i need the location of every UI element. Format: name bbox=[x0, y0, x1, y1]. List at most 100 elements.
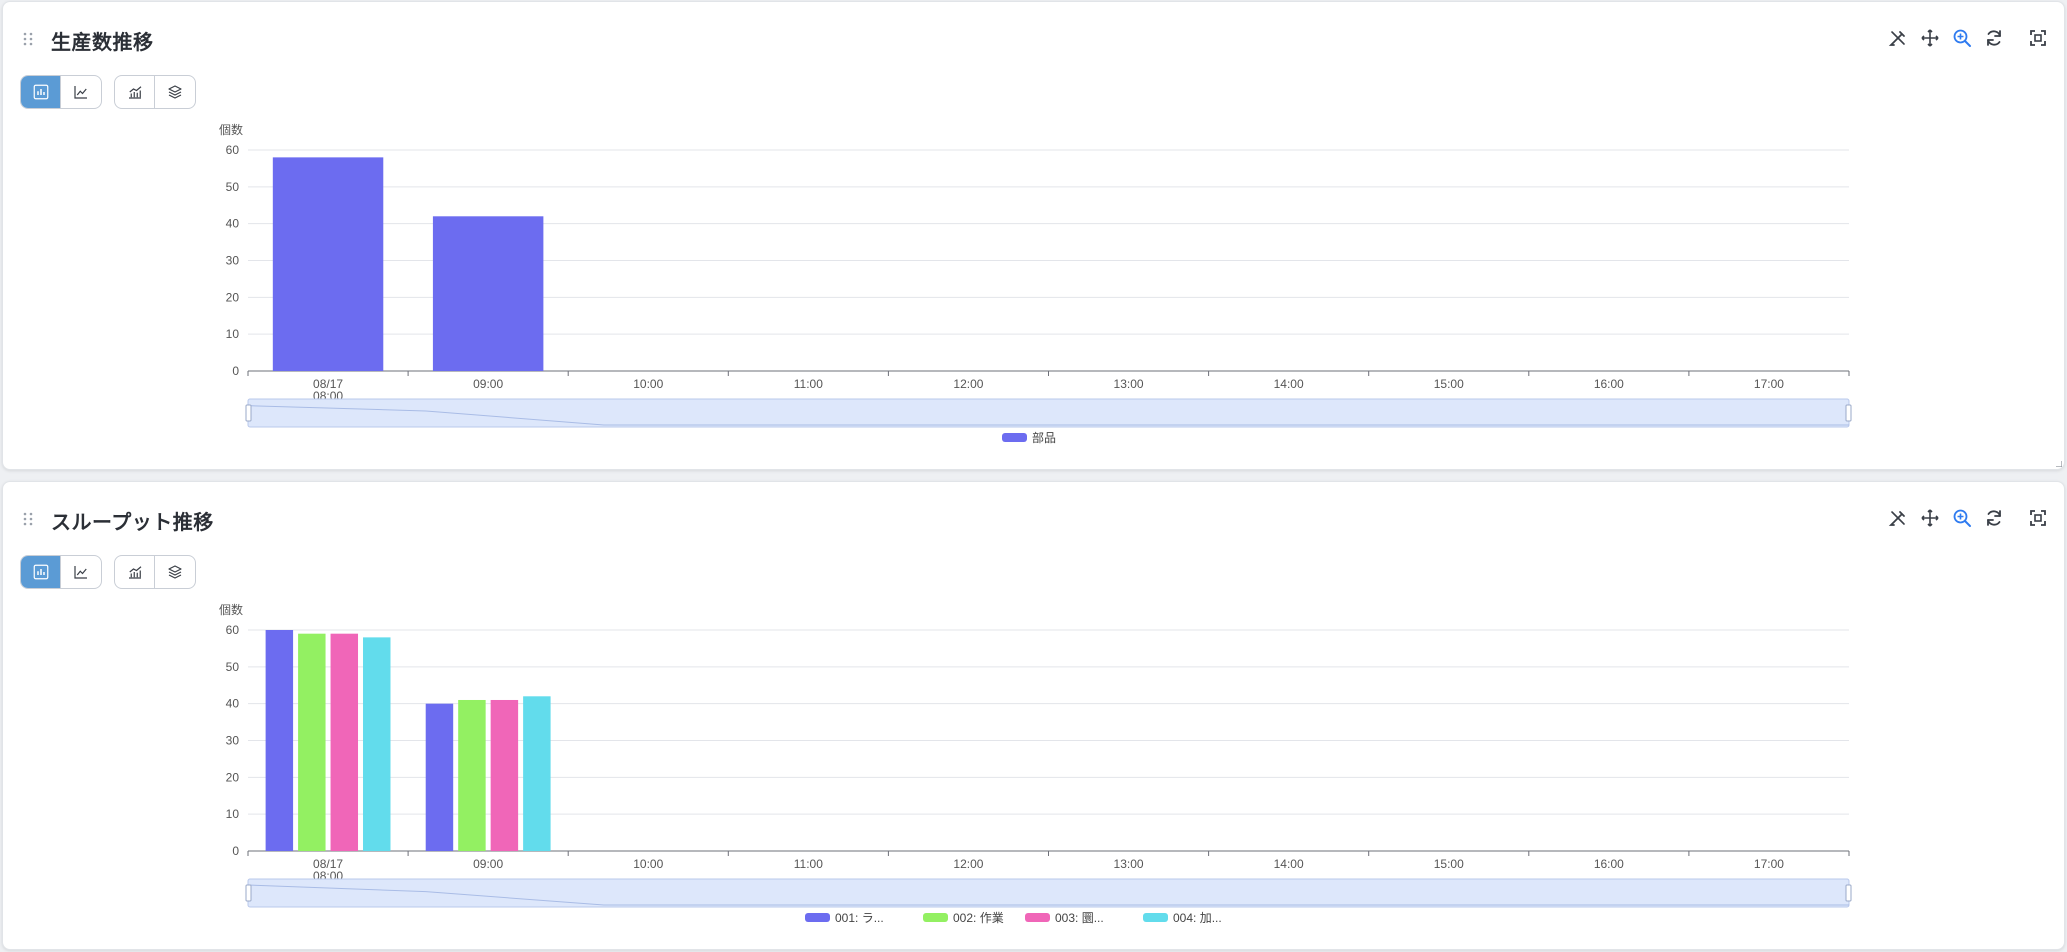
bar[interactable] bbox=[425, 703, 454, 851]
line-chart-button[interactable] bbox=[61, 556, 101, 588]
legend-item[interactable]: 001: ラ... bbox=[805, 911, 884, 925]
zoom-button[interactable] bbox=[1950, 26, 1974, 50]
y-tick-label: 20 bbox=[226, 290, 240, 304]
bar-chart-button[interactable] bbox=[21, 556, 61, 588]
pan-icon bbox=[1921, 509, 1939, 527]
layers-icon bbox=[168, 565, 182, 579]
bar[interactable] bbox=[458, 699, 486, 851]
chart-type-toggle bbox=[20, 555, 102, 589]
pan-button[interactable] bbox=[1918, 506, 1942, 530]
bar-chart-button[interactable] bbox=[21, 76, 61, 108]
draw-button[interactable] bbox=[1886, 26, 1910, 50]
x-tick-label: 17:00 bbox=[1754, 857, 1784, 871]
bar[interactable] bbox=[298, 633, 326, 851]
data-zoom-slider[interactable] bbox=[245, 398, 1852, 428]
bar[interactable] bbox=[490, 699, 519, 851]
x-tick-label: 11:00 bbox=[794, 857, 823, 871]
y-tick-label: 60 bbox=[226, 623, 240, 637]
data-zoom-slider[interactable] bbox=[245, 878, 1852, 908]
drag-handle-icon[interactable] bbox=[21, 511, 35, 527]
x-tick-label: 16:00 bbox=[1594, 857, 1624, 871]
x-tick-label: 10:00 bbox=[633, 377, 663, 391]
bar[interactable] bbox=[265, 630, 294, 851]
combo-chart-button[interactable] bbox=[115, 556, 155, 588]
legend-swatch bbox=[1143, 913, 1168, 922]
x-tick-label: 12:00 bbox=[953, 857, 983, 871]
legend-swatch bbox=[923, 913, 948, 922]
y-axis-label: 個数 bbox=[219, 122, 243, 137]
y-tick-label: 0 bbox=[232, 364, 239, 378]
bar-chart-icon bbox=[33, 84, 48, 100]
pan-icon bbox=[1921, 29, 1939, 47]
x-tick-label: 13:00 bbox=[1114, 377, 1144, 391]
chart-type-toggle bbox=[20, 75, 102, 109]
chart-option-toggle bbox=[114, 555, 196, 589]
y-tick-label: 0 bbox=[232, 844, 239, 858]
refresh-icon bbox=[1987, 510, 2001, 526]
y-tick-label: 10 bbox=[226, 327, 240, 341]
x-tick-label: 09:00 bbox=[473, 857, 503, 871]
legend-item[interactable]: 003: 圜... bbox=[1025, 911, 1104, 925]
refresh-icon bbox=[1987, 30, 2001, 46]
legend-item[interactable]: 部品 bbox=[1002, 430, 1056, 445]
resize-handle-icon[interactable] bbox=[2054, 459, 2062, 467]
y-tick-label: 40 bbox=[226, 217, 240, 231]
slider-handle-left[interactable] bbox=[245, 884, 252, 902]
pan-button[interactable] bbox=[1918, 26, 1942, 50]
fullscreen-button[interactable] bbox=[2026, 506, 2050, 530]
chart-toolbar bbox=[1864, 506, 2064, 532]
combo-chart-icon bbox=[128, 566, 141, 579]
zoom-button[interactable] bbox=[1950, 506, 1974, 530]
panel-title: 生産数推移 bbox=[51, 32, 154, 54]
stack-layers-button[interactable] bbox=[155, 556, 195, 588]
zoom-icon bbox=[1953, 509, 1971, 527]
y-tick-label: 50 bbox=[226, 180, 240, 194]
draw-icon bbox=[1888, 511, 1905, 526]
x-tick-label: 09:00 bbox=[473, 377, 503, 391]
stack-layers-button[interactable] bbox=[155, 76, 195, 108]
line-chart-icon bbox=[74, 566, 87, 579]
x-tick-label: 15:00 bbox=[1434, 377, 1464, 391]
x-tick-label: 16:00 bbox=[1594, 377, 1624, 391]
bar[interactable] bbox=[272, 157, 384, 371]
y-tick-label: 30 bbox=[226, 254, 240, 268]
slider-handle-right[interactable] bbox=[1845, 404, 1852, 422]
zoom-icon bbox=[1953, 29, 1971, 47]
y-tick-label: 40 bbox=[226, 697, 240, 711]
slider-handle-right[interactable] bbox=[1845, 884, 1852, 902]
x-tick-label: 11:00 bbox=[794, 377, 823, 391]
panel-title: スループット推移 bbox=[51, 512, 214, 534]
production-chart-panel: 生産数推移 個数 0 10 20 30 40 50 60 08/17 08:00 09:00 10:0… bbox=[2, 1, 2065, 470]
slider-handle-left[interactable] bbox=[245, 404, 252, 422]
production-bar-chart: 個数010203040506008/17 08:0009:00 10:00 11:00… bbox=[219, 122, 1852, 445]
y-tick-label: 60 bbox=[226, 143, 240, 157]
bar[interactable] bbox=[363, 637, 391, 851]
bar[interactable] bbox=[523, 696, 551, 851]
y-tick-label: 30 bbox=[226, 734, 240, 748]
fullscreen-button[interactable] bbox=[2026, 26, 2050, 50]
x-tick-label: 10:00 bbox=[633, 857, 663, 871]
refresh-button[interactable] bbox=[1982, 506, 2006, 530]
line-chart-button[interactable] bbox=[61, 76, 101, 108]
combo-chart-button[interactable] bbox=[115, 76, 155, 108]
legend-label: 004: 加... bbox=[1173, 911, 1222, 925]
legend-swatch bbox=[1002, 433, 1027, 442]
x-tick-label: 14:00 bbox=[1274, 377, 1304, 391]
legend-label: 002: 作業 bbox=[953, 911, 1004, 925]
legend-item[interactable]: 002: 作業 bbox=[923, 911, 1004, 925]
legend-label: 003: 圜... bbox=[1055, 911, 1104, 925]
refresh-button[interactable] bbox=[1982, 26, 2006, 50]
chart-option-toggle bbox=[114, 75, 196, 109]
layers-icon bbox=[168, 85, 182, 99]
throughput-chart-panel: スループット推移 個数 0 10 20 30 40 50 60 08/17 08:00 09:00 1… bbox=[2, 481, 2065, 950]
drag-handle-icon[interactable] bbox=[21, 31, 35, 47]
y-axis-label: 個数 bbox=[219, 602, 243, 617]
line-chart-icon bbox=[74, 86, 87, 99]
bar[interactable] bbox=[330, 633, 359, 851]
x-tick-label: 17:00 bbox=[1754, 377, 1784, 391]
x-tick-label: 15:00 bbox=[1434, 857, 1464, 871]
legend-swatch bbox=[1025, 913, 1050, 922]
bar[interactable] bbox=[432, 216, 544, 371]
legend-item[interactable]: 004: 加... bbox=[1143, 911, 1222, 925]
draw-button[interactable] bbox=[1886, 506, 1910, 530]
